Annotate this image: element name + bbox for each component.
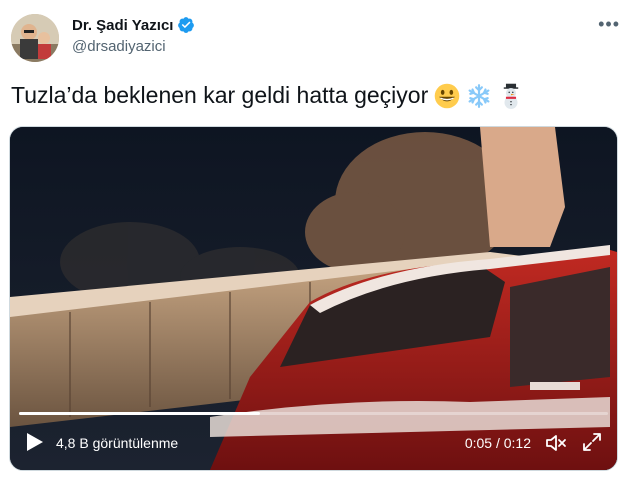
video-controls: 4,8 B görüntülenme 0:05 / 0:12 — [10, 429, 617, 457]
view-count: 4,8 B görüntülenme — [56, 435, 179, 451]
mute-icon[interactable] — [543, 431, 567, 455]
avatar[interactable] — [11, 14, 59, 62]
tweet-text: Tuzla’da beklenen kar geldi hatta geçiyo… — [11, 82, 429, 108]
more-options-button[interactable]: ••• — [598, 14, 620, 35]
tweet-card[interactable]: Dr. Şadi Yazıcı @drsadiyazici ••• Tuzla’… — [0, 0, 640, 488]
avatar-image — [11, 14, 59, 62]
video-progress-fill — [19, 412, 261, 415]
video-frame — [10, 127, 617, 470]
snowflake-emoji — [468, 83, 490, 108]
play-icon[interactable] — [26, 432, 44, 452]
video-time: 0:05 / 0:12 — [464, 435, 531, 451]
author-name[interactable]: Dr. Şadi Yazıcı — [72, 17, 173, 34]
author-handle[interactable]: @drsadiyazici — [72, 38, 166, 55]
grinning-face-emoji — [434, 83, 460, 108]
fullscreen-icon[interactable] — [581, 431, 603, 453]
video-player[interactable]: 4,8 B görüntülenme 0:05 / 0:12 — [9, 126, 618, 471]
snowman-emoji — [504, 83, 519, 109]
verified-badge-icon — [178, 17, 195, 33]
video-progress-bar[interactable] — [19, 412, 608, 415]
tweet-text-row: Tuzla’da beklenen kar geldi hatta geçiyo… — [11, 82, 524, 109]
